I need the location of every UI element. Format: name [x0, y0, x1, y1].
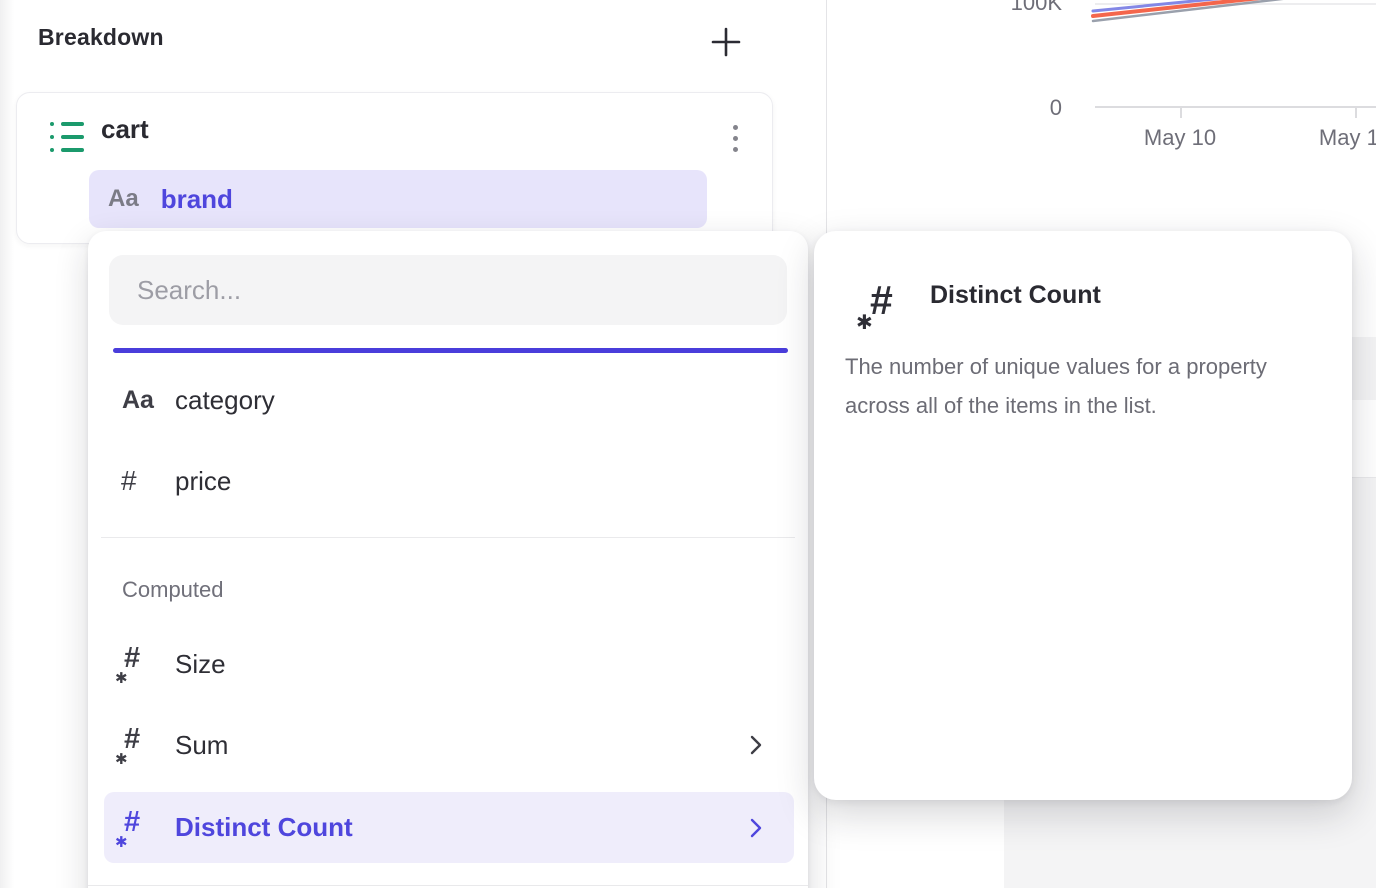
x-axis-tick	[1355, 108, 1357, 118]
selected-property-label: brand	[161, 184, 233, 215]
y-axis-label-0: 0	[990, 95, 1062, 121]
x-axis-line	[1095, 106, 1376, 108]
search-input[interactable]	[109, 255, 787, 325]
y-axis-label-100k: 100K	[990, 0, 1062, 16]
string-type-icon: Aa	[122, 386, 154, 415]
list-property-icon	[50, 122, 86, 152]
left-edge-shadow	[0, 0, 14, 888]
active-tab-indicator	[113, 348, 788, 353]
computed-section-label: Computed	[122, 577, 224, 603]
computed-number-icon: # ✱	[115, 808, 151, 848]
x-axis-label-may12: May 12	[1295, 125, 1376, 151]
x-axis-label-may10: May 10	[1120, 125, 1240, 151]
string-type-icon: Aa	[108, 185, 139, 213]
add-breakdown-button[interactable]	[706, 22, 746, 62]
kebab-dot	[733, 125, 738, 130]
kebab-dot	[733, 147, 738, 152]
breakdown-section-title: Breakdown	[38, 24, 164, 51]
dropdown-section-divider	[88, 885, 808, 886]
computed-option-size[interactable]: # ✱ Size	[88, 636, 808, 692]
property-select-dropdown: Aa category # price Computed # ✱ Size # …	[88, 231, 808, 888]
search-box	[109, 255, 787, 325]
chevron-right-icon	[748, 734, 764, 756]
selected-property-chip[interactable]: Aa brand	[89, 170, 707, 228]
x-axis-tick	[1180, 108, 1182, 118]
computed-number-icon: # ✱	[856, 277, 906, 333]
option-label: Sum	[175, 730, 228, 761]
computed-option-sum[interactable]: # ✱ Sum	[88, 717, 808, 773]
kebab-dot	[733, 136, 738, 141]
line-chart-series	[827, 0, 1376, 60]
property-description-popover: # ✱ Distinct Count The number of unique …	[814, 231, 1352, 800]
breakdown-group-card: cart Aa brand	[16, 92, 773, 244]
group-name-label: cart	[101, 114, 149, 145]
option-label: price	[175, 466, 231, 497]
popover-description: The number of unique values for a proper…	[845, 347, 1319, 425]
more-options-button[interactable]	[720, 116, 750, 160]
dropdown-section-divider	[101, 537, 795, 538]
plus-icon	[711, 27, 741, 57]
computed-number-icon: # ✱	[115, 644, 151, 684]
option-label: category	[175, 385, 275, 416]
app-window: 100K 0 May 10 May 12 Breakdown cart Aa b…	[0, 0, 1376, 888]
number-type-icon: #	[121, 465, 137, 497]
property-option-price[interactable]: # price	[88, 453, 808, 509]
chevron-right-icon	[748, 817, 764, 839]
option-label: Distinct Count	[175, 812, 353, 843]
computed-option-distinct-count[interactable]: # ✱ Distinct Count	[104, 792, 794, 863]
property-option-category[interactable]: Aa category	[88, 372, 808, 428]
option-label: Size	[175, 649, 226, 680]
computed-number-icon: # ✱	[115, 725, 151, 765]
popover-title: Distinct Count	[930, 281, 1101, 310]
